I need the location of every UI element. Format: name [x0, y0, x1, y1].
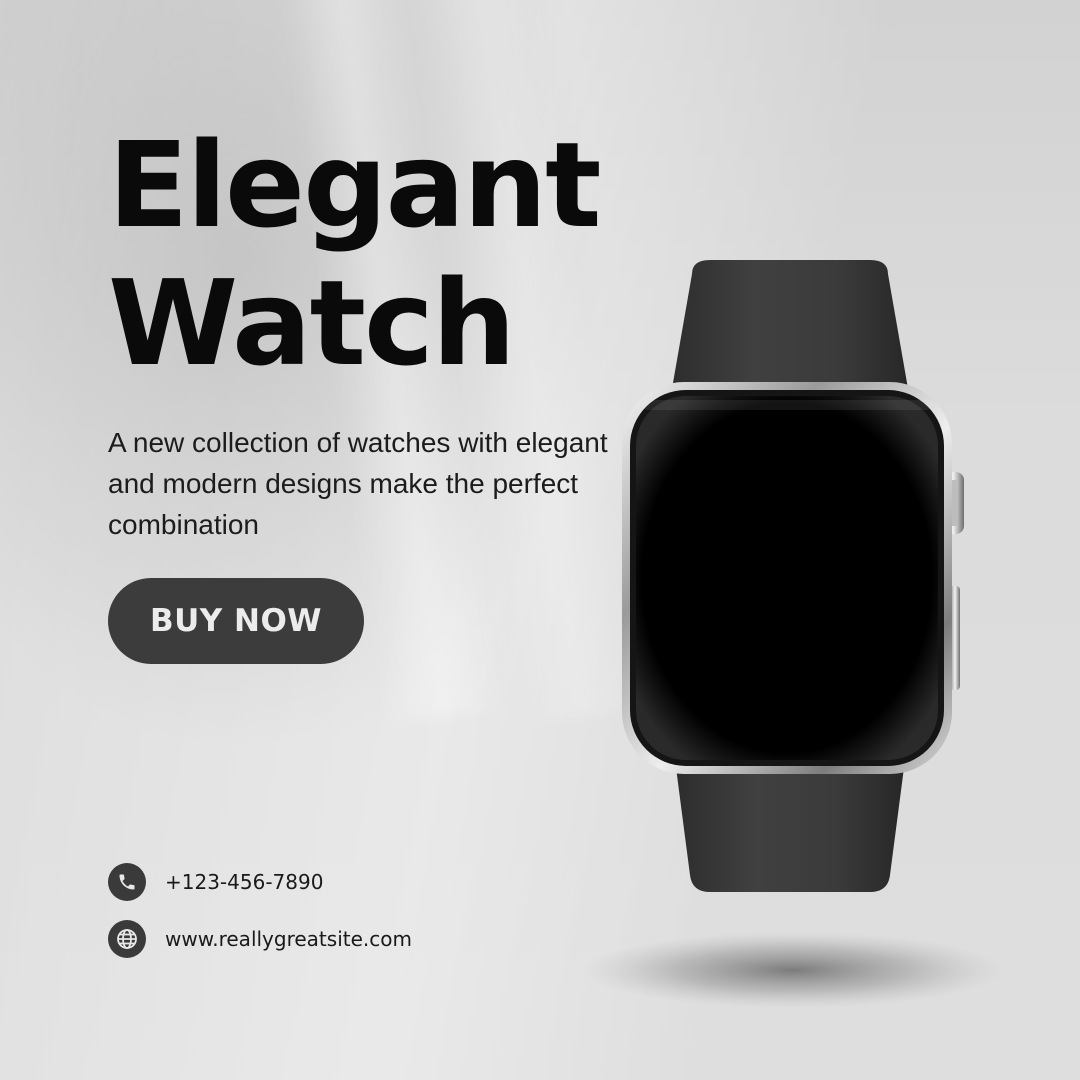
phone-icon [108, 863, 146, 901]
globe-icon [108, 920, 146, 958]
smartwatch-image [583, 260, 1003, 1008]
contact-website: www.reallygreatsite.com [108, 920, 412, 958]
headline-line-2: Watch [108, 254, 516, 392]
buy-now-button[interactable]: BUY NOW [108, 578, 364, 664]
product-description: A new collection of watches with elegant… [108, 427, 608, 540]
headline: Elegant Watch [108, 116, 602, 392]
headline-line-1: Elegant [108, 116, 602, 254]
website-url[interactable]: www.reallygreatsite.com [165, 927, 412, 951]
phone-number: +123-456-7890 [165, 870, 324, 894]
contact-phone: +123-456-7890 [108, 863, 323, 901]
